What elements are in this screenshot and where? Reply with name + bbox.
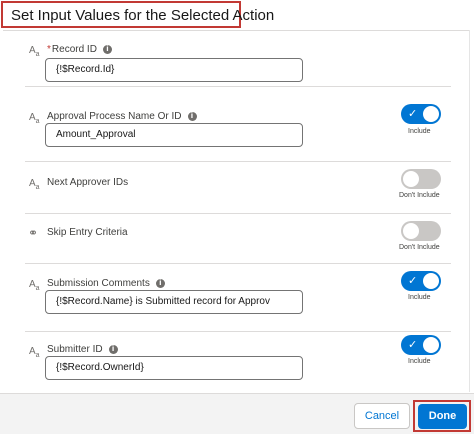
required-marker: * xyxy=(47,44,51,55)
skip-entry-toggle[interactable] xyxy=(401,221,441,241)
info-icon[interactable]: i xyxy=(108,344,118,354)
modal-header: Set Input Values for the Selected Action xyxy=(0,0,474,34)
submission-comments-input[interactable]: {!$Record.Name} is Submitted record for … xyxy=(45,290,303,314)
check-icon: ✓ xyxy=(408,107,418,120)
field-label-record-id: *Record ID i xyxy=(47,44,112,55)
input-values-panel: Aa *Record ID i {!$Record.Id} Aa Approval… xyxy=(3,30,469,393)
submitter-id-toggle[interactable]: ✓ xyxy=(401,335,441,355)
text-type-icon: Aa xyxy=(29,346,40,359)
approval-process-toggle[interactable]: ✓ xyxy=(401,104,441,124)
toggle-status-label: Don't Include xyxy=(399,244,440,251)
modal-footer: Cancel Done xyxy=(0,393,474,434)
field-row-submitter-id: Aa Submitter ID i {!$Record.OwnerId} ✓ In… xyxy=(25,331,451,392)
panel-scroll-edge xyxy=(469,30,470,392)
field-label-approval-process: Approval Process Name Or ID i xyxy=(47,111,197,122)
submitter-id-input[interactable]: {!$Record.OwnerId} xyxy=(45,356,303,380)
info-icon[interactable]: i xyxy=(187,111,197,121)
check-icon: ✓ xyxy=(408,274,418,287)
toggle-knob xyxy=(423,337,439,353)
field-row-skip-entry: ⚭ Skip Entry Criteria Don't Include xyxy=(25,213,451,264)
field-row-next-approver: Aa Next Approver IDs Don't Include xyxy=(25,161,451,214)
field-row-approval-process: Aa Approval Process Name Or ID i Amount_A… xyxy=(25,86,451,162)
text-type-icon: Aa xyxy=(29,112,40,125)
cancel-button[interactable]: Cancel xyxy=(354,403,410,429)
approval-process-input[interactable]: Amount_Approval xyxy=(45,123,303,147)
modal-title: Set Input Values for the Selected Action xyxy=(11,7,275,24)
text-type-icon: Aa xyxy=(29,45,40,58)
submission-comments-toggle[interactable]: ✓ xyxy=(401,271,441,291)
check-icon: ✓ xyxy=(408,338,418,351)
field-label-skip-entry: Skip Entry Criteria xyxy=(47,227,128,238)
toggle-status-label: Include xyxy=(408,294,431,301)
toggle-status-label: Include xyxy=(408,128,431,135)
field-label-submission-comments: Submission Comments i xyxy=(47,278,165,289)
boolean-type-icon: ⚭ xyxy=(28,226,38,240)
text-type-icon: Aa xyxy=(29,279,40,292)
toggle-knob xyxy=(423,273,439,289)
toggle-knob xyxy=(403,223,419,239)
toggle-status-label: Don't Include xyxy=(399,192,440,199)
info-icon[interactable]: i xyxy=(102,44,112,54)
title-highlight-box: Set Input Values for the Selected Action xyxy=(1,1,274,28)
info-icon[interactable]: i xyxy=(155,278,165,288)
field-row-record-id: Aa *Record ID i {!$Record.Id} xyxy=(25,31,451,87)
field-label-submitter-id: Submitter ID i xyxy=(47,344,118,355)
field-label-next-approver: Next Approver IDs xyxy=(47,177,129,188)
done-button[interactable]: Done xyxy=(418,404,467,429)
text-type-icon: Aa xyxy=(29,178,40,191)
toggle-knob xyxy=(403,171,419,187)
toggle-knob xyxy=(423,106,439,122)
record-id-input[interactable]: {!$Record.Id} xyxy=(45,58,303,82)
toggle-status-label: Include xyxy=(408,358,431,365)
field-row-submission-comments: Aa Submission Comments i {!$Record.Name} … xyxy=(25,263,451,332)
next-approver-toggle[interactable] xyxy=(401,169,441,189)
